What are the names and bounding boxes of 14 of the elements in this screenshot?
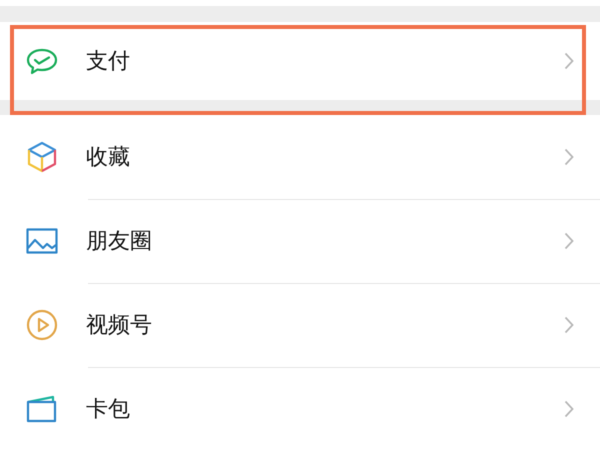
chevron-icon bbox=[564, 400, 574, 418]
chevron-icon bbox=[564, 148, 574, 166]
menu-item-label[interactable]: 收藏 bbox=[86, 142, 564, 172]
menu-item-label[interactable]: 卡包 bbox=[86, 394, 564, 424]
menu-item-label[interactable]: 视频号 bbox=[86, 310, 564, 340]
menu-item-label[interactable]: 朋友圈 bbox=[86, 226, 564, 256]
chat-check-icon bbox=[26, 47, 58, 75]
play-icon bbox=[26, 309, 58, 341]
chevron-icon bbox=[564, 52, 574, 70]
chevron-icon bbox=[564, 316, 574, 334]
wallet-icon bbox=[26, 395, 58, 423]
image-icon bbox=[26, 228, 58, 254]
chevron-icon bbox=[564, 232, 574, 250]
cube-icon bbox=[27, 141, 57, 173]
